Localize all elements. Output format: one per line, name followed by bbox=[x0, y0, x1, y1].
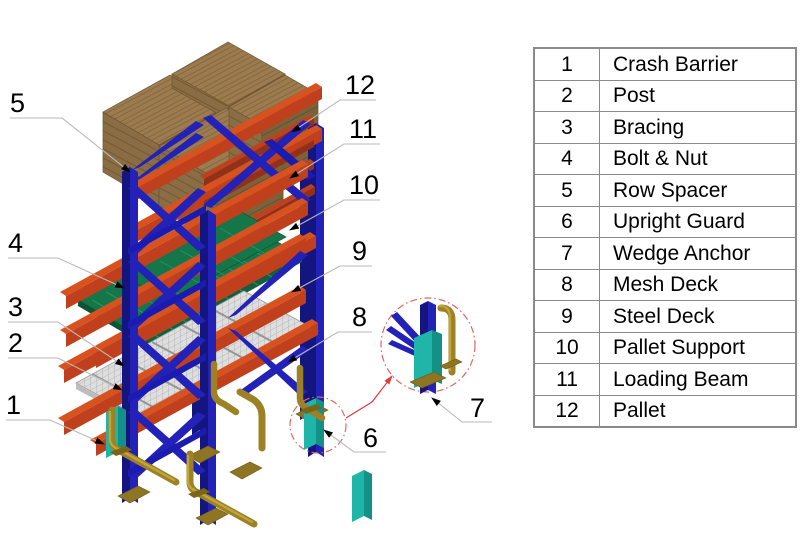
legend-number: 10 bbox=[534, 331, 600, 364]
rack-diagram: 5 4 3 2 1 12 11 10 9 8 6 7 bbox=[0, 0, 520, 550]
legend-label: Pallet bbox=[599, 394, 796, 427]
legend-label: Pallet Support bbox=[599, 331, 796, 364]
table-row: 12 Pallet bbox=[534, 394, 796, 427]
callout-label-8: 8 bbox=[352, 302, 367, 332]
leader-7: 7 bbox=[431, 393, 492, 423]
callout-label-5: 5 bbox=[10, 88, 25, 118]
callout-label-7: 7 bbox=[470, 393, 485, 423]
legend-label: Row Spacer bbox=[599, 174, 796, 207]
callout-label-2: 2 bbox=[8, 328, 23, 358]
legend-label: Post bbox=[599, 79, 796, 112]
table-row: 10 Pallet Support bbox=[534, 331, 796, 364]
component-legend: 1 Crash Barrier 2 Post 3 Bracing 4 Bolt & Nu… bbox=[533, 47, 797, 428]
legend-number: 12 bbox=[534, 394, 600, 427]
legend-label: Mesh Deck bbox=[599, 268, 796, 301]
legend-number: 5 bbox=[534, 174, 600, 207]
legend-number: 8 bbox=[534, 268, 600, 301]
table-row: 5 Row Spacer bbox=[534, 174, 796, 207]
table-row: 2 Post bbox=[534, 79, 796, 112]
table-row: 9 Steel Deck bbox=[534, 300, 796, 333]
legend-label: Crash Barrier bbox=[599, 48, 796, 81]
callout-label-9: 9 bbox=[352, 236, 367, 266]
legend-label: Steel Deck bbox=[599, 300, 796, 333]
crash-barrier-3 bbox=[236, 388, 266, 452]
table-row: 1 Crash Barrier bbox=[534, 48, 796, 81]
legend-number: 2 bbox=[534, 79, 600, 112]
legend-label: Bolt & Nut bbox=[599, 142, 796, 175]
callout-label-10: 10 bbox=[349, 170, 379, 200]
legend-table-body: 1 Crash Barrier 2 Post 3 Bracing 4 Bolt & Nu… bbox=[534, 48, 796, 427]
legend-number: 1 bbox=[534, 48, 600, 81]
callout-label-12: 12 bbox=[345, 70, 375, 100]
table-row: 7 Wedge Anchor bbox=[534, 237, 796, 270]
callout-label-1: 1 bbox=[6, 390, 21, 420]
leader-6: 6 bbox=[323, 423, 386, 453]
callout-label-6: 6 bbox=[363, 423, 378, 453]
callout-label-3: 3 bbox=[8, 292, 23, 322]
upright-guard-front bbox=[352, 470, 372, 522]
legend-number: 4 bbox=[534, 142, 600, 175]
callout-label-11: 11 bbox=[349, 114, 377, 144]
table-row: 6 Upright Guard bbox=[534, 205, 796, 238]
legend-label: Wedge Anchor bbox=[599, 237, 796, 270]
callout-label-4: 4 bbox=[8, 228, 23, 258]
legend-label: Loading Beam bbox=[599, 363, 796, 396]
diagram-page: 5 4 3 2 1 12 11 10 9 8 6 7 1 Crash Barri… bbox=[0, 0, 800, 550]
legend-label: Upright Guard bbox=[599, 205, 796, 238]
legend-number: 11 bbox=[534, 363, 600, 396]
table-row: 3 Bracing bbox=[534, 111, 796, 144]
legend-number: 6 bbox=[534, 205, 600, 238]
legend-table: 1 Crash Barrier 2 Post 3 Bracing 4 Bolt & Nu… bbox=[534, 48, 796, 427]
table-row: 4 Bolt & Nut bbox=[534, 142, 796, 175]
table-row: 11 Loading Beam bbox=[534, 363, 796, 396]
legend-label: Bracing bbox=[599, 111, 796, 144]
legend-number: 3 bbox=[534, 111, 600, 144]
legend-number: 7 bbox=[534, 237, 600, 270]
table-row: 8 Mesh Deck bbox=[534, 268, 796, 301]
legend-number: 9 bbox=[534, 300, 600, 333]
detail-connector bbox=[345, 375, 393, 419]
rack-assembly bbox=[58, 41, 372, 528]
